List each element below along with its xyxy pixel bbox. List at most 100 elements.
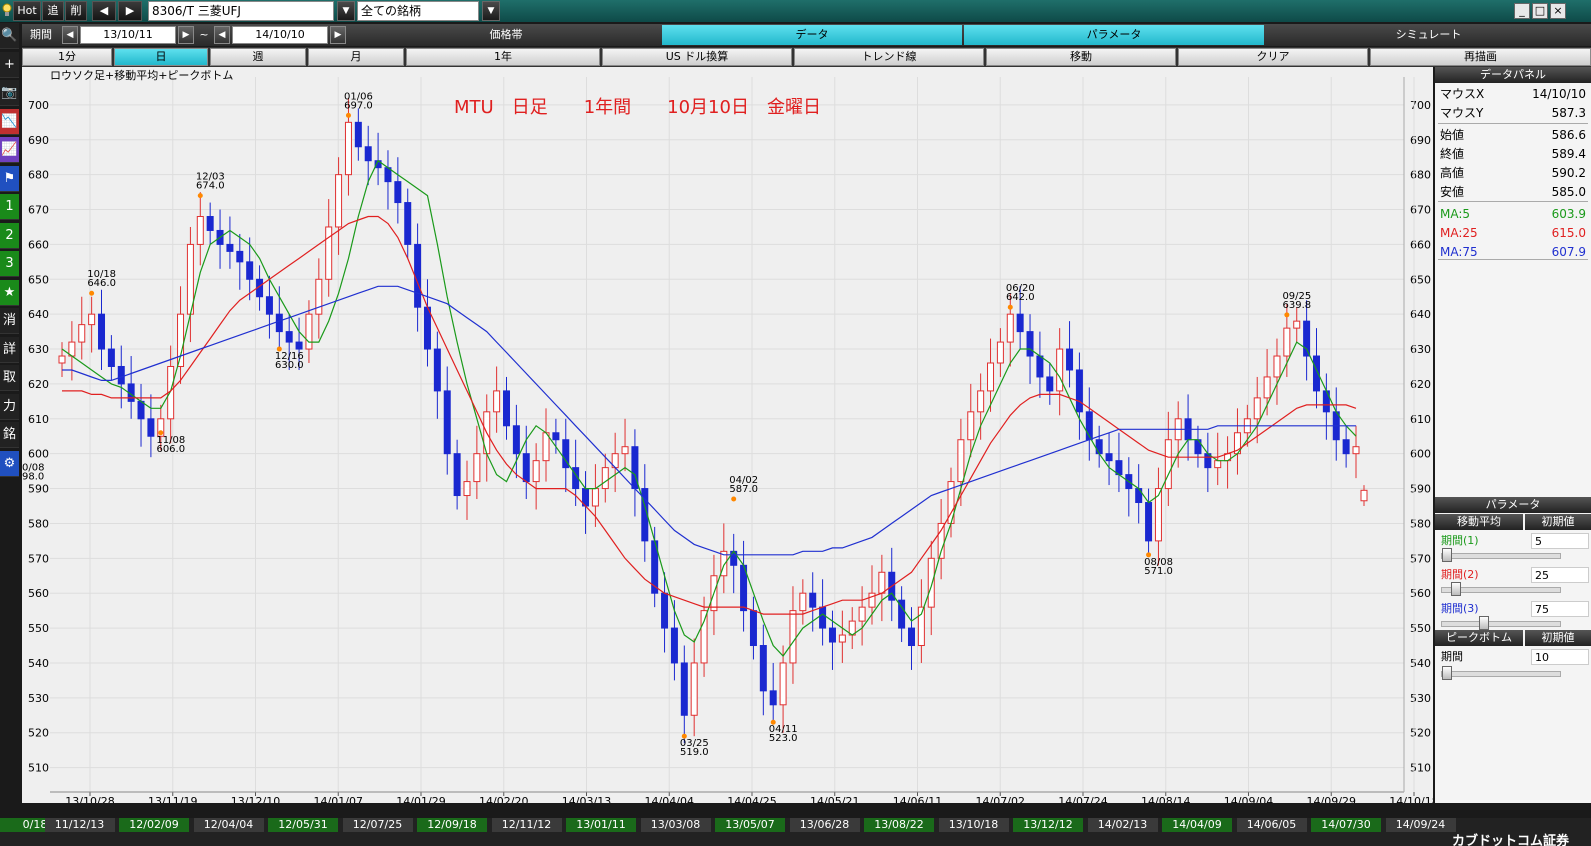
ma-period-input-2[interactable]: 25	[1531, 567, 1589, 583]
date-to-next-button[interactable]: ▶	[330, 26, 346, 44]
data-separator	[1438, 201, 1588, 202]
next-symbol-button[interactable]: ▶	[118, 1, 142, 21]
left-tool-2[interactable]: +	[0, 51, 19, 78]
symbol-dropdown-button[interactable]: ▼	[337, 1, 355, 21]
timeframe-button-5[interactable]: 1年	[406, 48, 600, 66]
maximize-button[interactable]: □	[1532, 3, 1548, 19]
left-tool-13[interactable]: 取	[0, 365, 19, 391]
date-to-prev-button[interactable]: ◀	[214, 26, 230, 44]
left-tool-8[interactable]: 2	[0, 222, 19, 249]
tab-3[interactable]: パラメータ	[964, 25, 1264, 45]
timeframe-button-10[interactable]: 再描画	[1370, 48, 1591, 66]
candle-body	[196, 216, 204, 245]
overview-date-axis[interactable]: 0/18 11/12/13 12/02/09 12/04/04 12/05/31 12/0…	[0, 818, 1591, 846]
date-from-prev-button[interactable]: ◀	[62, 26, 78, 44]
ma-period-input-3[interactable]: 75	[1531, 601, 1589, 617]
prev-symbol-button[interactable]: ◀	[92, 1, 116, 21]
y-tick-left: 540	[28, 657, 49, 670]
minimize-button[interactable]: _	[1514, 3, 1530, 19]
left-tool-3[interactable]: 📷	[0, 80, 19, 106]
close-button[interactable]: ×	[1550, 3, 1566, 19]
timeframe-button-7[interactable]: トレンド線	[794, 48, 984, 66]
y-tick-right: 700	[1410, 99, 1431, 112]
candle-body	[414, 243, 422, 308]
y-tick-left: 680	[28, 169, 49, 182]
hot-button[interactable]: Hot	[13, 1, 41, 21]
tab-1[interactable]: 価格帯	[352, 25, 660, 45]
timeframe-button-4[interactable]: 月	[308, 48, 404, 66]
candle-body	[967, 411, 975, 441]
timeframe-button-6[interactable]: US ドル換算	[602, 48, 792, 66]
annotation-value: 587.0	[729, 484, 758, 495]
timeframe-button-8[interactable]: 移動	[986, 48, 1176, 66]
tab-2[interactable]: データ	[662, 25, 962, 45]
y-tick-right: 590	[1410, 483, 1431, 496]
universe-dropdown-button[interactable]: ▼	[482, 1, 500, 21]
peak-bottom-header: ピークボトム	[1435, 630, 1523, 646]
candle-body	[868, 592, 876, 608]
candle-body	[1352, 446, 1360, 455]
pb-period-slider-knob[interactable]	[1442, 666, 1452, 680]
date-from-next-button[interactable]: ▶	[178, 26, 194, 44]
overview-axis-label: 14/09/24	[1385, 818, 1456, 832]
overview-axis-label: 12/02/09	[119, 818, 189, 832]
left-tool-16[interactable]: ⚙	[0, 450, 19, 477]
pb-period-slider[interactable]	[1441, 666, 1561, 680]
tab-4[interactable]: シミュレート	[1266, 25, 1591, 45]
timeframe-button-3[interactable]: 週	[210, 48, 306, 66]
y-tick-right: 640	[1410, 308, 1431, 321]
left-tool-7[interactable]: 1	[0, 194, 19, 220]
candle-body	[1075, 369, 1083, 413]
left-tool-11[interactable]: 消	[0, 308, 19, 334]
ma-period-slider-2[interactable]	[1441, 582, 1561, 596]
candle-body	[335, 174, 343, 228]
timeframe-button-9[interactable]: クリア	[1178, 48, 1368, 66]
candle-body	[88, 313, 96, 326]
candle-body	[78, 324, 86, 343]
ma-period-input-1[interactable]: 5	[1531, 533, 1589, 549]
ma-period-slider-knob-1[interactable]	[1442, 548, 1452, 562]
delete-button[interactable]: 削	[65, 1, 87, 21]
chart-subtitle: ロウソク足+移動平均+ピークボトム	[50, 68, 233, 82]
timeframe-button-1[interactable]: 1分	[22, 48, 112, 66]
candle-body	[828, 627, 836, 643]
follow-button[interactable]: 追	[42, 1, 64, 21]
ma-period-slider-1[interactable]	[1441, 548, 1561, 562]
left-tool-12[interactable]: 詳	[0, 336, 19, 363]
left-tool-4[interactable]: 📉	[0, 108, 19, 135]
y-tick-right: 560	[1410, 587, 1431, 600]
overview-axis-label: 13/12/12	[1013, 818, 1083, 832]
left-tool-9[interactable]: 3	[0, 251, 19, 277]
candle-body	[246, 261, 254, 280]
symbol-input[interactable]: 8306/T 三菱UFJ	[148, 1, 334, 21]
date-to-input[interactable]: 14/10/10	[232, 26, 328, 44]
annotation-value: 571.0	[1144, 566, 1173, 577]
pb-period-input[interactable]: 10	[1531, 649, 1589, 665]
candle-body	[1273, 355, 1281, 378]
candle-body	[749, 610, 757, 647]
y-tick-left: 690	[28, 134, 49, 147]
left-tool-1[interactable]: 🔍	[0, 23, 19, 49]
candle-body	[1283, 327, 1291, 357]
left-tool-10[interactable]: ★	[0, 279, 19, 306]
ma-reset-button[interactable]: 初期値	[1525, 514, 1591, 530]
y-tick-left: 640	[28, 308, 49, 321]
candle-body	[522, 453, 530, 483]
left-tool-14[interactable]: 力	[0, 393, 19, 420]
candlestick-chart[interactable]: 510 510 520 520 530 530 540 540 550 550 560 560 570 5…	[22, 67, 1439, 808]
timeframe-button-2[interactable]: 日	[114, 48, 208, 66]
ma-period-slider-knob-2[interactable]	[1450, 582, 1461, 596]
universe-select[interactable]: 全ての銘柄	[357, 1, 479, 21]
y-tick-left: 630	[28, 343, 49, 356]
date-from-input[interactable]: 13/10/11	[80, 26, 176, 44]
candle-body	[1253, 397, 1261, 420]
overview-axis-label: 12/04/04	[193, 818, 264, 832]
peak-bottom-reset-button[interactable]: 初期値	[1525, 630, 1591, 646]
left-tool-5[interactable]: 📈	[0, 137, 19, 163]
left-tool-15[interactable]: 銘	[0, 422, 19, 448]
data-row-3: 始値 586.6	[1438, 126, 1588, 144]
ma-period-slider-3[interactable]	[1441, 616, 1561, 630]
ma-period-slider-knob-3[interactable]	[1479, 616, 1490, 630]
left-tool-6[interactable]: ⚑	[0, 165, 19, 192]
data-panel-title: データパネル	[1435, 67, 1591, 83]
